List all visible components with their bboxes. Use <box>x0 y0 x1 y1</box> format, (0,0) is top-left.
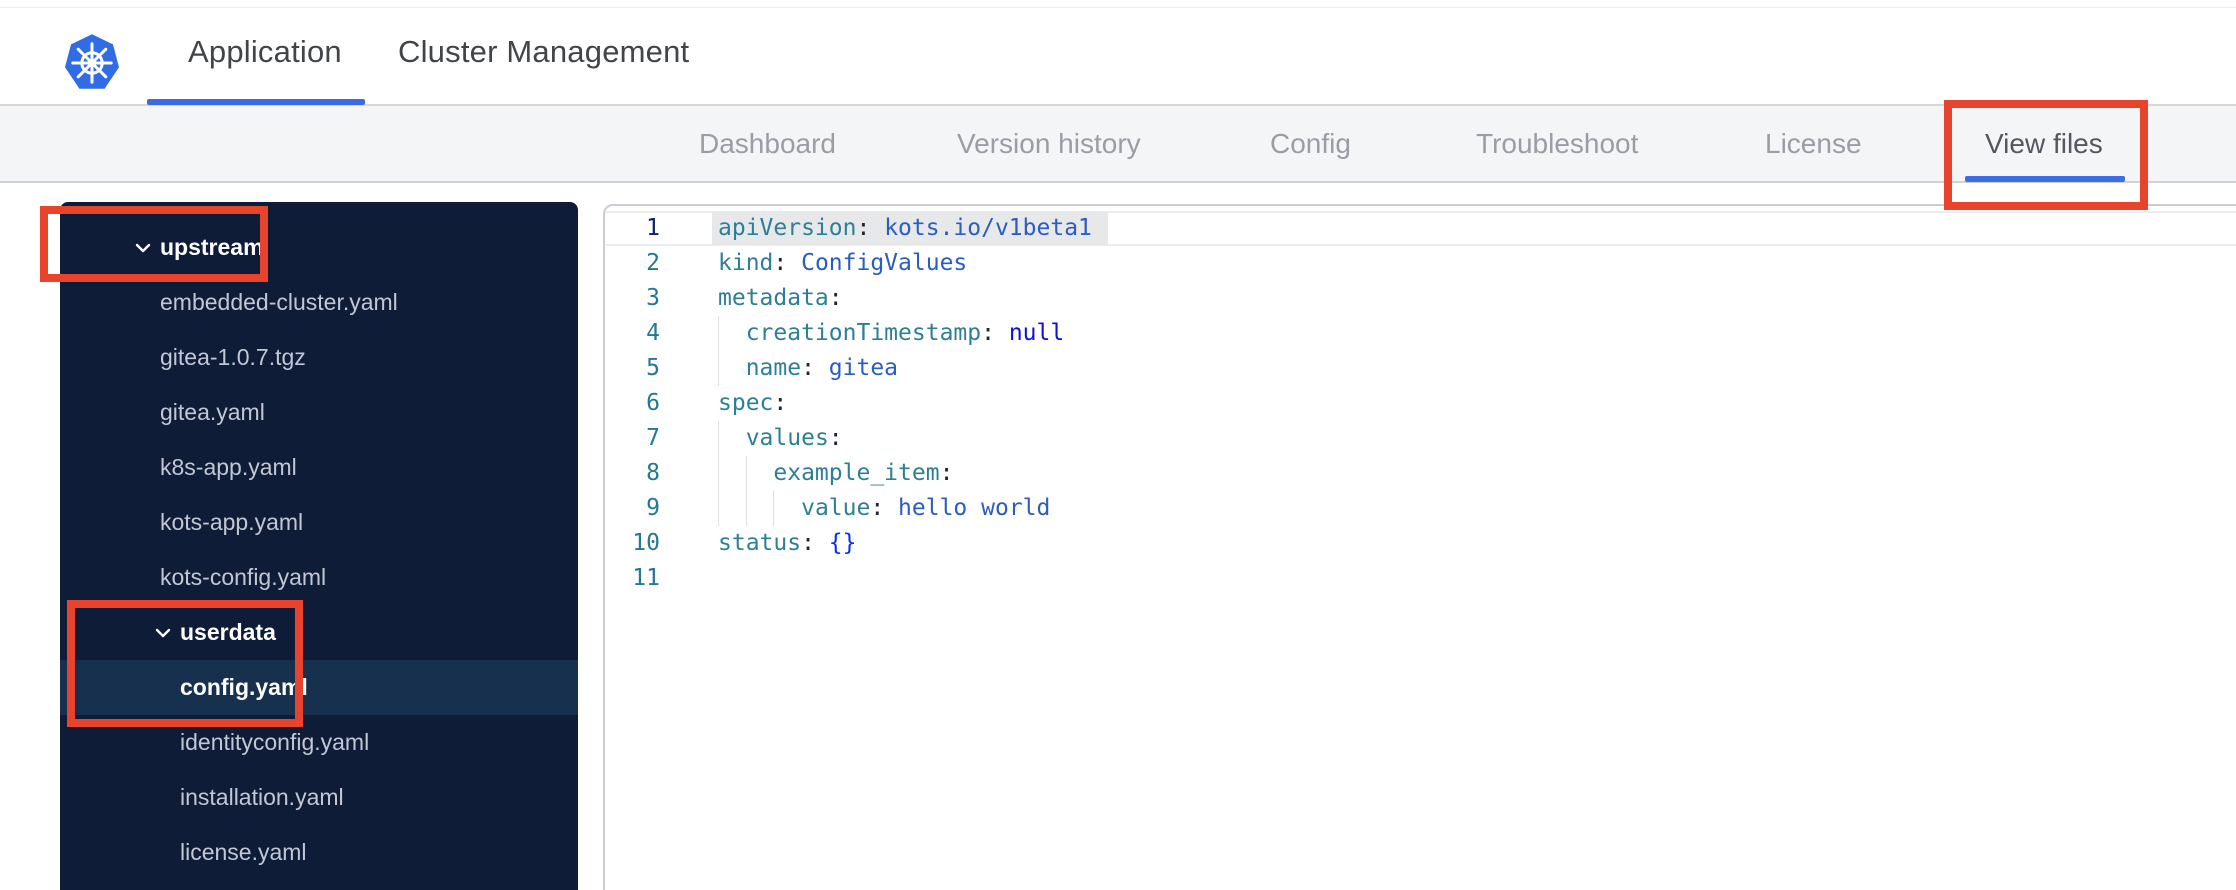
code-line-8: 8 example_item: <box>605 456 2236 491</box>
code-text: values: <box>745 425 843 451</box>
nav-item-troubleshoot[interactable]: Troubleshoot <box>1476 106 1638 181</box>
tree-file-k8s-app.yaml[interactable]: k8s-app.yaml <box>60 440 578 495</box>
code-line-11: 11 <box>605 561 2236 596</box>
code-line-10: 10 status: {} <box>605 526 2236 561</box>
file-label: embedded-cluster.yaml <box>160 289 398 315</box>
tree-file-identityconfig.yaml[interactable]: identityconfig.yaml <box>60 715 578 770</box>
file-label: installation.yaml <box>180 784 344 810</box>
line-number: 7 <box>646 425 660 451</box>
code-line-6: 6 spec: <box>605 386 2236 421</box>
folder-label: userdata <box>180 619 276 645</box>
file-label: kots-app.yaml <box>160 509 304 535</box>
file-label: k8s-app.yaml <box>160 454 297 480</box>
code-editor[interactable]: 1 apiVersion: kots.io/v1beta1 2 kind: Confi… <box>603 204 2236 890</box>
chevron-down-icon <box>135 243 151 252</box>
file-label: identityconfig.yaml <box>180 729 370 755</box>
line-number: 3 <box>646 285 660 311</box>
code-line-1: 1 apiVersion: kots.io/v1beta1 <box>605 211 2236 246</box>
line-number: 4 <box>646 320 660 346</box>
line-number: 1 <box>646 215 660 241</box>
line-number: 9 <box>646 495 660 521</box>
code-line-4: 4 creationTimestamp: null <box>605 316 2236 351</box>
file-tree-panel: upstream embedded-cluster.yaml gitea-1.0.7… <box>60 202 578 890</box>
code-line-5: 5 name: gitea <box>605 351 2236 386</box>
tree-file-config.yaml[interactable]: config.yaml <box>60 660 578 715</box>
code-text: creationTimestamp: null <box>745 320 1065 346</box>
code-text: name: gitea <box>745 355 899 381</box>
nav-item-view-files[interactable]: View files <box>1985 106 2103 181</box>
tree-file-kots-app.yaml[interactable]: kots-app.yaml <box>60 495 578 550</box>
line-number: 11 <box>632 565 660 591</box>
tab-application[interactable]: Application <box>188 0 342 104</box>
file-label: gitea-1.0.7.tgz <box>160 344 306 370</box>
nav-item-config[interactable]: Config <box>1270 106 1351 181</box>
kubernetes-logo-icon <box>65 34 119 89</box>
nav-item-dashboard[interactable]: Dashboard <box>699 106 836 181</box>
kots-admin-console: Application Cluster Management Dashboard… <box>0 0 2236 890</box>
top-header: Application Cluster Management <box>0 0 2236 106</box>
file-label: gitea.yaml <box>160 399 265 425</box>
tree-file-license.yaml[interactable]: license.yaml <box>60 825 578 880</box>
code-text: apiVersion: kots.io/v1beta1 <box>712 211 1108 246</box>
code-line-3: 3 metadata: <box>605 281 2236 316</box>
code-text: kind: ConfigValues <box>718 250 968 276</box>
line-number: 6 <box>646 390 660 416</box>
line-number: 8 <box>646 460 660 486</box>
file-label: kots-config.yaml <box>160 564 327 590</box>
tab-cluster-management[interactable]: Cluster Management <box>398 0 689 104</box>
nav-item-version-history[interactable]: Version history <box>957 106 1141 181</box>
active-tab-underline <box>147 99 365 105</box>
file-label: config.yaml <box>180 674 308 700</box>
line-number: 10 <box>632 530 660 556</box>
nav-item-license[interactable]: License <box>1765 106 1862 181</box>
code-text: value: hello world <box>801 495 1051 521</box>
tree-folder-upstream[interactable]: upstream <box>60 220 578 275</box>
tree-file-embedded-cluster.yaml[interactable]: embedded-cluster.yaml <box>60 275 578 330</box>
code-text: status: {} <box>718 530 857 556</box>
tree-file-gitea-1.0.7.tgz[interactable]: gitea-1.0.7.tgz <box>60 330 578 385</box>
code-line-9: 9 value: hello world <box>605 491 2236 526</box>
folder-label: upstream <box>160 234 264 260</box>
app-nav-bar: Dashboard Version history Config Troublesho… <box>0 106 2236 183</box>
line-number: 5 <box>646 355 660 381</box>
file-label: license.yaml <box>180 839 307 865</box>
code-text: example_item: <box>773 460 954 486</box>
tree-file-kots-config.yaml[interactable]: kots-config.yaml <box>60 550 578 605</box>
code-line-7: 7 values: <box>605 421 2236 456</box>
tree-file-installation.yaml[interactable]: installation.yaml <box>60 770 578 825</box>
code-text: metadata: <box>718 285 843 311</box>
line-number: 2 <box>646 250 660 276</box>
chevron-down-icon <box>155 628 171 637</box>
code-line-2: 2 kind: ConfigValues <box>605 246 2236 281</box>
code-text: spec: <box>718 390 788 416</box>
tree-folder-userdata[interactable]: userdata <box>60 605 578 660</box>
tree-file-gitea.yaml[interactable]: gitea.yaml <box>60 385 578 440</box>
